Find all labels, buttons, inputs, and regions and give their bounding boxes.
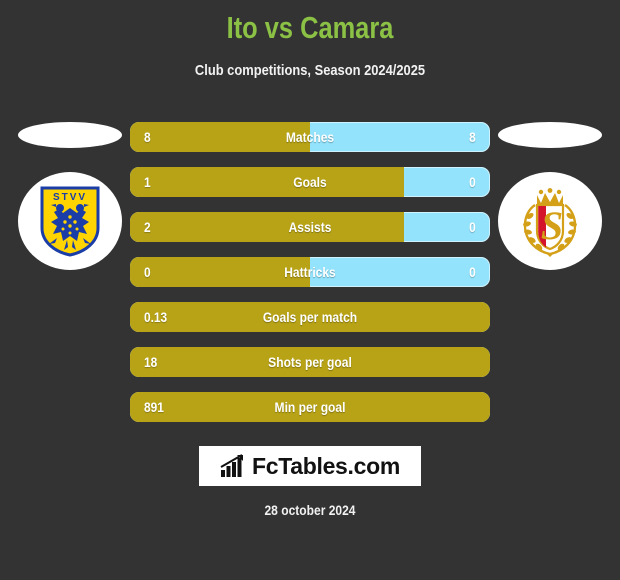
stat-home-value: 8 [144, 122, 151, 152]
stat-away-value: 0 [469, 167, 476, 197]
stat-away-value: 8 [469, 122, 476, 152]
standard-liege-crest-icon: S [515, 183, 585, 259]
page-title: Ito vs Camara [56, 10, 564, 46]
stat-home-value: 1 [144, 167, 151, 197]
home-badge-disc: STVV [18, 172, 122, 270]
stat-row-matches: 8 Matches 8 [130, 122, 490, 152]
stat-label: Goals [155, 167, 465, 197]
stat-away-value: 0 [469, 257, 476, 287]
away-badge-disc: S [498, 172, 602, 270]
fctables-logo[interactable]: FcTables.com [199, 446, 421, 486]
stat-row-min-per-goal: 891 Min per goal [130, 392, 490, 422]
stat-label: Matches [155, 122, 465, 152]
stat-label: Shots per goal [155, 347, 465, 377]
stat-row-goals: 1 Goals 0 [130, 167, 490, 197]
stat-away-value: 0 [469, 212, 476, 242]
page-subtitle: Club competitions, Season 2024/2025 [43, 62, 576, 79]
svg-text:STVV: STVV [53, 192, 87, 203]
footer-date: 28 october 2024 [43, 502, 576, 518]
stvv-crest-icon: STVV [37, 184, 103, 258]
svg-text:S: S [541, 203, 563, 248]
stat-label: Min per goal [155, 392, 465, 422]
stat-row-hattricks: 0 Hattricks 0 [130, 257, 490, 287]
stat-row-goals-per-match: 0.13 Goals per match [130, 302, 490, 332]
away-team-badge: S [492, 120, 608, 272]
stat-row-assists: 2 Assists 0 [130, 212, 490, 242]
home-badge-top-ellipse [18, 122, 122, 148]
stats-bar-list: 8 Matches 8 1 Goals 0 2 Assists 0 0 Ha [130, 122, 490, 437]
home-team-badge: STVV [12, 120, 128, 272]
stat-row-shots-per-goal: 18 Shots per goal [130, 347, 490, 377]
stats-comparison-page: Ito vs Camara Club competitions, Season … [0, 0, 620, 580]
away-badge-top-ellipse [498, 122, 602, 148]
stat-home-value: 2 [144, 212, 151, 242]
stat-label: Assists [155, 212, 465, 242]
stat-label: Goals per match [155, 302, 465, 332]
fctables-brand-text: FcTables.com [252, 453, 400, 480]
stat-home-value: 0 [144, 257, 151, 287]
stat-label: Hattricks [155, 257, 465, 287]
bar-chart-icon [220, 454, 246, 478]
